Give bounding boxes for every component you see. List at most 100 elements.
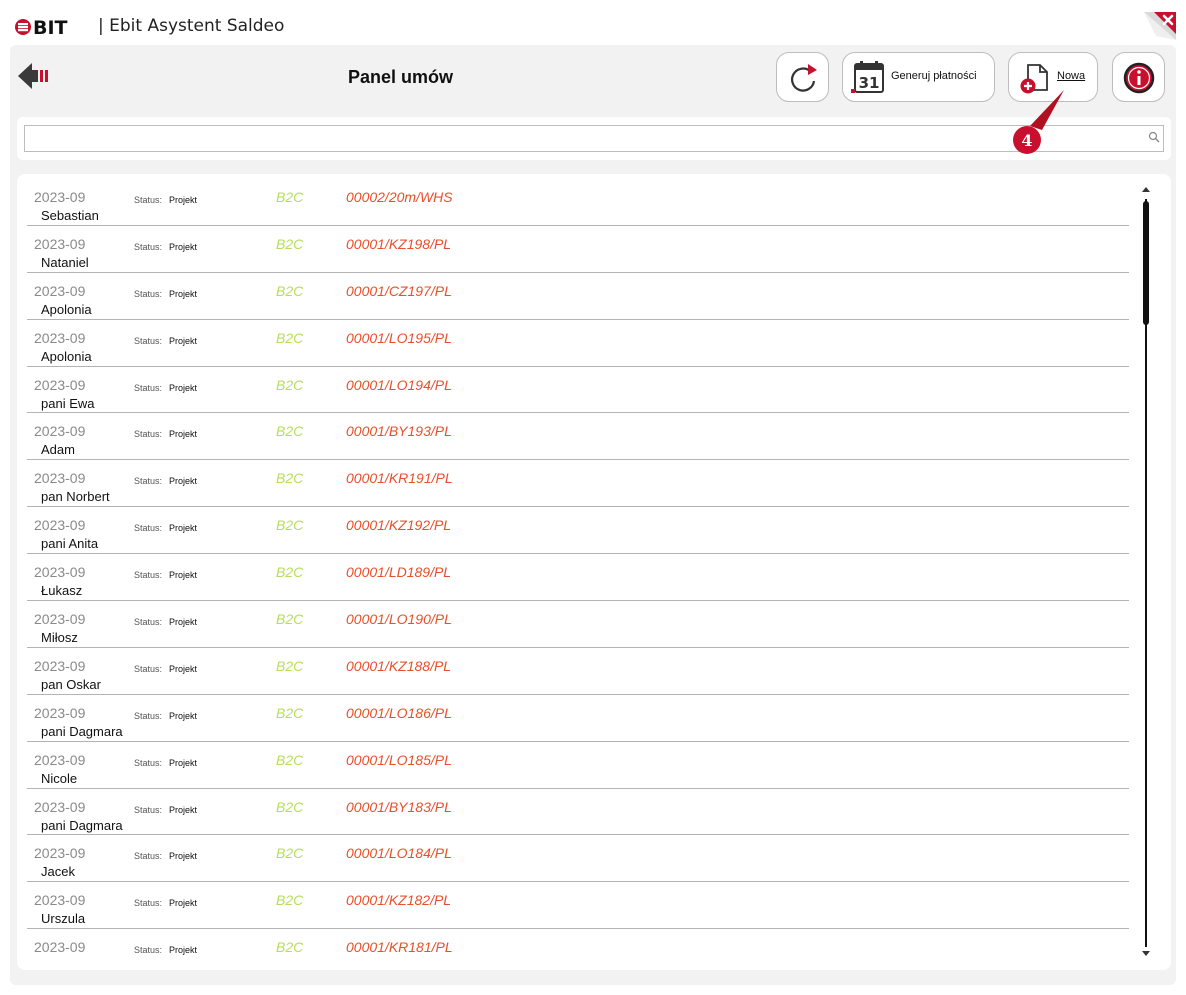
contract-status-value: Projekt — [169, 241, 198, 252]
scroll-thumb[interactable] — [1143, 201, 1149, 325]
contract-number: 00001/KR181/PL — [346, 939, 453, 956]
contract-status-value: Projekt — [169, 757, 198, 768]
contract-status-label: Status: — [134, 757, 163, 768]
contract-number: 00001/CZ197/PL — [346, 282, 452, 299]
contract-number: 00001/LO190/PL — [346, 611, 452, 628]
contract-row[interactable]: 2023-09 pani Ewa Status: Projekt B2C 00001/LO… — [27, 367, 1129, 414]
contract-row[interactable]: 2023-09 pani Dagmara Status: Projekt B2C 0000… — [27, 695, 1129, 742]
contract-type: B2C — [276, 892, 304, 909]
contract-row[interactable]: 2023-09 Apolonia Status: Projekt B2C 00001/LO… — [27, 320, 1129, 367]
ebit-logo: BIT — [15, 17, 68, 38]
contract-row[interactable]: 2023-09 Urszula Status: Projekt B2C 00001/KZ1… — [27, 882, 1129, 930]
back-arrow-icon[interactable] — [16, 60, 50, 92]
search-icon[interactable] — [1148, 131, 1160, 143]
contract-client-name: pani Anita — [41, 536, 99, 552]
contract-status-value: Projekt — [169, 945, 198, 956]
contract-row[interactable]: 2023-09 Status: Projekt B2C 00001/KR181/PL — [27, 929, 1129, 963]
contract-row[interactable]: 2023-09 Łukasz Status: Projekt B2C 00001/LD18… — [27, 554, 1129, 602]
contract-period: 2023-09 — [34, 235, 86, 252]
contract-client-name: pani Dagmara — [41, 723, 123, 739]
contract-type: B2C — [276, 189, 304, 205]
contract-row[interactable]: 2023-09 Apolonia Status: Projekt B2C 00001/CZ… — [27, 273, 1129, 320]
contract-period: 2023-09 — [34, 611, 86, 628]
contract-number: 00001/LO194/PL — [346, 376, 452, 393]
contract-row[interactable]: 2023-09 Jacek Status: Projekt B2C 00001/LO184… — [27, 835, 1129, 883]
contract-number: 00001/KZ192/PL — [346, 517, 452, 534]
contract-row[interactable]: 2023-09 Sebastian Status: Projekt B2C 00002/2… — [27, 179, 1129, 226]
refresh-button[interactable] — [776, 52, 829, 102]
contract-client-name: Urszula — [41, 911, 86, 927]
contract-status-value: Projekt — [169, 570, 198, 581]
svg-text:31: 31 — [859, 74, 880, 92]
refresh-icon — [791, 64, 817, 92]
contract-status-label: Status: — [134, 617, 163, 628]
contract-client-name: Adam — [41, 442, 75, 458]
contract-status-value: Projekt — [169, 335, 198, 346]
contract-number: 00001/LO185/PL — [346, 751, 452, 768]
contract-period: 2023-09 — [34, 892, 86, 909]
contract-client-name: pani Dagmara — [41, 817, 123, 833]
contract-status-label: Status: — [134, 523, 163, 534]
contract-type: B2C — [276, 517, 304, 534]
contract-status-label: Status: — [134, 241, 163, 252]
contract-period: 2023-09 — [34, 939, 86, 956]
contract-status-value: Projekt — [169, 195, 198, 205]
contract-number: 00001/BY193/PL — [346, 423, 452, 440]
contract-client-name: Apolonia — [41, 301, 92, 317]
scroll-down-arrow-icon[interactable] — [1142, 951, 1150, 956]
contract-status-label: Status: — [134, 382, 163, 393]
vertical-scrollbar[interactable] — [1136, 185, 1156, 963]
contract-client-name: pan Norbert — [41, 489, 110, 505]
contract-period: 2023-09 — [34, 798, 86, 815]
contract-type: B2C — [276, 704, 304, 721]
contracts-list-panel: 2023-09 Sebastian Status: Projekt B2C 00002/2… — [17, 174, 1171, 970]
contract-row[interactable]: 2023-09 pan Norbert Status: Projekt B2C 00001… — [27, 460, 1129, 508]
contract-status-label: Status: — [134, 945, 163, 956]
contract-row[interactable]: 2023-09 pani Dagmara Status: Projekt B2C 0000… — [27, 789, 1129, 836]
contract-status-value: Projekt — [169, 523, 198, 534]
page-title: Panel umów — [348, 67, 454, 87]
contract-row[interactable]: 2023-09 pani Anita Status: Projekt B2C 00001/… — [27, 507, 1129, 555]
contract-type: B2C — [276, 751, 304, 768]
contract-status-value: Projekt — [169, 617, 198, 628]
contract-period: 2023-09 — [34, 657, 86, 674]
info-button[interactable] — [1112, 52, 1165, 102]
contract-status-value: Projekt — [169, 851, 198, 862]
svg-text:BIT: BIT — [33, 17, 68, 38]
contract-status-label: Status: — [134, 335, 163, 346]
contract-status-label: Status: — [134, 476, 163, 487]
contract-type: B2C — [276, 235, 304, 252]
generate-payments-button[interactable]: 31 Generuj płatności — [842, 52, 995, 102]
close-icon[interactable] — [1142, 10, 1178, 42]
contract-type: B2C — [276, 470, 304, 487]
contract-type: B2C — [276, 329, 304, 346]
search-input[interactable] — [24, 125, 1164, 152]
contract-number: 00001/KR191/PL — [346, 470, 453, 487]
contract-client-name: Apolonia — [41, 348, 92, 364]
contract-type: B2C — [276, 657, 304, 674]
scroll-up-arrow-icon[interactable] — [1142, 187, 1150, 192]
contract-number: 00001/KZ198/PL — [346, 235, 452, 252]
contract-row[interactable]: 2023-09 Miłosz Status: Projekt B2C 00001/LO19… — [27, 601, 1129, 648]
contract-row[interactable]: 2023-09 Adam Status: Projekt B2C 00001/BY193/… — [27, 413, 1129, 461]
contract-status-label: Status: — [134, 898, 163, 909]
contract-status-label: Status: — [134, 710, 163, 721]
contract-number: 00001/BY183/PL — [346, 798, 452, 815]
contract-status-value: Projekt — [169, 429, 198, 440]
contract-period: 2023-09 — [34, 704, 86, 721]
contract-type: B2C — [276, 939, 304, 956]
contract-number: 00002/20m/WHS — [346, 189, 453, 205]
contract-row[interactable]: 2023-09 Nicole Status: Projekt B2C 00001/LO18… — [27, 742, 1129, 789]
contract-status-value: Projekt — [169, 804, 198, 815]
contract-status-value: Projekt — [169, 288, 198, 299]
new-contract-button[interactable]: Nowa — [1008, 52, 1098, 102]
contract-status-label: Status: — [134, 851, 163, 862]
contract-period: 2023-09 — [34, 517, 86, 534]
contract-number: 00001/KZ182/PL — [346, 892, 452, 909]
contract-row[interactable]: 2023-09 pan Oskar Status: Projekt B2C 00001/K… — [27, 648, 1129, 695]
contract-period: 2023-09 — [34, 564, 86, 581]
contract-type: B2C — [276, 376, 304, 393]
contract-status-label: Status: — [134, 663, 163, 674]
contract-row[interactable]: 2023-09 Nataniel Status: Projekt B2C 00001/KZ… — [27, 226, 1129, 273]
contract-status-value: Projekt — [169, 663, 198, 674]
